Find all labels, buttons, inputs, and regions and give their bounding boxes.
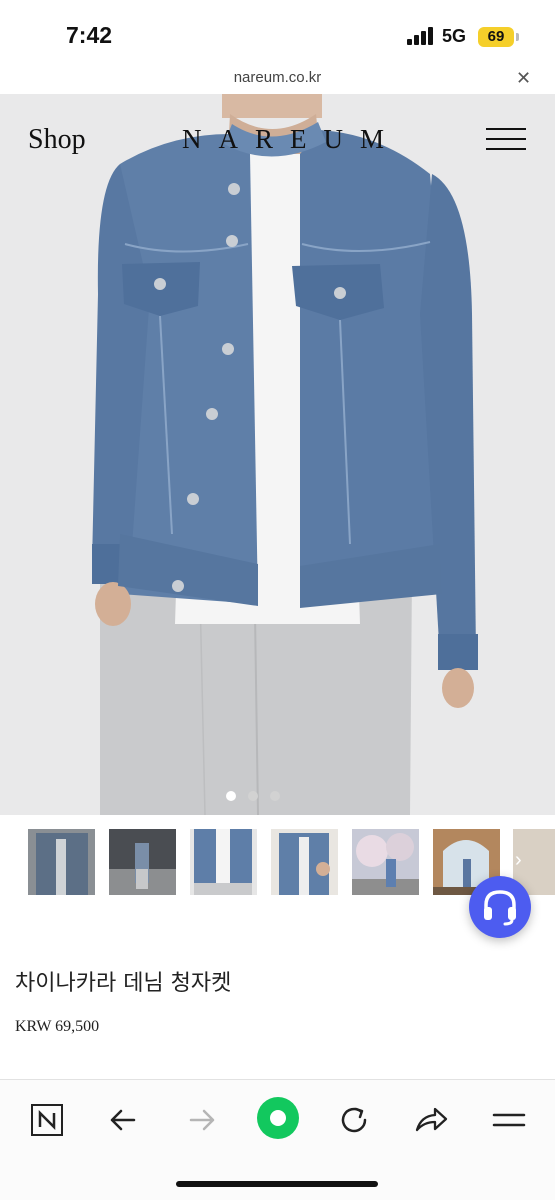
forward-arrow-icon[interactable] [181, 1100, 221, 1140]
url-bar[interactable]: nareum.co.kr ✕ [0, 62, 555, 94]
shop-link[interactable]: Shop [28, 124, 86, 156]
product-hero-image[interactable]: Shop NAREUM [0, 94, 555, 815]
network-type: 5G [442, 26, 467, 46]
signal-icon [407, 27, 435, 45]
carousel-dots [226, 791, 286, 803]
reload-icon[interactable] [334, 1100, 374, 1140]
thumbnail-image[interactable] [190, 829, 257, 895]
thumbnail-image[interactable] [109, 829, 176, 895]
home-indicator [176, 1181, 378, 1187]
status-time: 7:42 [66, 22, 113, 48]
carousel-dot-active[interactable] [226, 791, 236, 801]
product-price: KRW 69,500 [15, 1018, 100, 1035]
chat-support-button[interactable] [469, 876, 531, 938]
headset-icon [484, 890, 516, 926]
status-bar: 7:42 5G 69 [0, 0, 555, 62]
browser-toolbar [0, 1079, 555, 1200]
denim-jacket-photo [0, 94, 555, 815]
hamburger-menu-icon[interactable] [486, 128, 526, 150]
battery-icon: 69 [478, 27, 514, 47]
chevron-right-icon: › [515, 849, 522, 871]
carousel-dot[interactable] [270, 791, 280, 801]
share-icon[interactable] [411, 1100, 451, 1140]
green-dot-icon[interactable] [256, 1096, 300, 1140]
thumbnail-image[interactable] [28, 829, 95, 895]
thumbnail-image[interactable] [352, 829, 419, 895]
carousel-dot[interactable] [248, 791, 258, 801]
close-icon[interactable]: ✕ [516, 68, 531, 89]
battery-cap [516, 33, 519, 41]
url-text[interactable]: nareum.co.kr [0, 69, 555, 86]
back-arrow-icon[interactable] [104, 1100, 144, 1140]
naver-n-icon[interactable] [27, 1100, 67, 1140]
product-name: 차이나카라 데님 청자켓 [15, 971, 232, 996]
thumbnail-image[interactable] [271, 829, 338, 895]
menu-icon[interactable] [489, 1100, 529, 1140]
brand-logo[interactable]: NAREUM [182, 124, 401, 155]
